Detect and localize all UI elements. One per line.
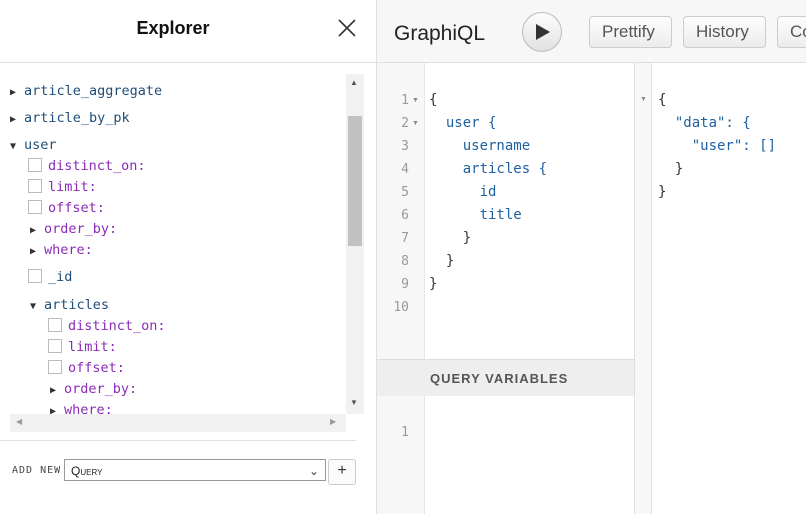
tree-arg-offset[interactable]: offset: — [48, 358, 125, 378]
operation-select-value: Query — [71, 464, 103, 478]
tree-arg-where[interactable]: ▶ where: — [30, 240, 93, 260]
tree-item-articles[interactable]: ▼ articles — [30, 295, 109, 315]
fold-arrow-icon[interactable]: ▼ — [640, 96, 647, 103]
tree-item-article-by-pk[interactable]: ▶ article_by_pk — [10, 108, 130, 128]
chevron-right-icon: ▶ — [50, 406, 57, 414]
code-line: articles { — [429, 161, 548, 177]
scroll-left-icon[interactable]: ◀ — [16, 417, 22, 426]
code-line: } — [429, 276, 438, 292]
explorer-header: Explorer — [0, 0, 376, 63]
variables-gutter: 1 — [377, 396, 425, 514]
result-line: "user": [] — [658, 138, 777, 154]
chevron-down-icon: ⌄ — [308, 464, 319, 478]
chevron-right-icon: ▶ — [50, 385, 57, 396]
variables-editor[interactable]: 1 — [377, 396, 634, 514]
code-line: } — [429, 230, 472, 246]
add-new-label: ADD NEW — [12, 465, 62, 476]
horizontal-scrollbar[interactable]: ◀ ▶ — [10, 414, 346, 432]
tree-arg-order-by[interactable]: ▶ order_by: — [30, 219, 117, 239]
chevron-right-icon: ▶ — [10, 87, 17, 98]
checkbox[interactable] — [48, 318, 62, 332]
tree-arg-limit[interactable]: limit: — [48, 337, 117, 357]
chevron-right-icon: ▶ — [30, 225, 37, 236]
code-line: { — [429, 92, 438, 108]
tree-arg-distinct-on[interactable]: distinct_on: — [28, 156, 146, 176]
line-number: 3 — [401, 139, 409, 154]
explorer-title: Explorer — [136, 18, 210, 38]
close-icon[interactable] — [336, 17, 358, 39]
result-line: { — [658, 92, 667, 108]
chevron-down-icon: ▼ — [10, 141, 17, 152]
checkbox[interactable] — [48, 360, 62, 374]
fold-arrow-icon[interactable]: ▼ — [412, 97, 419, 104]
scroll-up-icon[interactable]: ▲ — [350, 78, 358, 87]
result-line: "data": { — [658, 115, 751, 131]
code-line: id — [429, 184, 497, 200]
line-number: 5 — [401, 185, 409, 200]
tree-arg-where[interactable]: ▶ where: — [50, 400, 113, 414]
result-viewer: { "data": { "user": [] } } — [652, 63, 806, 514]
operation-type-select[interactable]: Query ⌄ — [64, 459, 326, 481]
result-line: } — [658, 161, 684, 177]
tree-item-article-aggregate[interactable]: ▶ article_aggregate — [10, 81, 162, 101]
app-title: GraphiQL — [394, 22, 486, 45]
checkbox[interactable] — [28, 179, 42, 193]
code-line: title — [429, 207, 522, 223]
tree-field-id[interactable]: _id — [28, 267, 72, 287]
line-number: 6 — [401, 208, 409, 223]
history-button[interactable]: History — [683, 16, 766, 48]
query-variables-header[interactable]: QUERY VARIABLES — [377, 359, 634, 397]
tree-item-user[interactable]: ▼ user — [10, 135, 57, 155]
explorer-tree: ▶ article_aggregate ▶ article_by_pk ▼ user … — [10, 74, 346, 414]
checkbox[interactable] — [28, 200, 42, 214]
tree-arg-distinct-on[interactable]: distinct_on: — [48, 316, 166, 336]
copy-button[interactable]: Co — [777, 16, 806, 48]
line-number: 7 — [401, 231, 409, 246]
line-number: 8 — [401, 254, 409, 269]
query-editor[interactable]: 1 ▼ 2 ▼ 3 4 5 6 7 8 9 10 { user { userna… — [377, 63, 634, 514]
checkbox[interactable] — [48, 339, 62, 353]
code-line: username — [429, 138, 531, 154]
result-line: } — [658, 184, 667, 200]
vertical-scrollbar[interactable]: ▲ ▼ — [346, 74, 364, 414]
result-divider[interactable]: ▼ — [634, 63, 652, 514]
line-number: 10 — [393, 300, 409, 315]
explorer-panel: Explorer ▶ article_aggregate ▶ article_by_… — [0, 0, 377, 514]
scroll-down-icon[interactable]: ▼ — [350, 398, 358, 407]
line-number: 2 — [401, 116, 409, 131]
checkbox[interactable] — [28, 269, 42, 283]
code-line: user { — [429, 115, 497, 131]
chevron-down-icon: ▼ — [30, 301, 37, 312]
line-number: 1 — [401, 93, 409, 108]
checkbox[interactable] — [28, 158, 42, 172]
chevron-right-icon: ▶ — [10, 114, 17, 125]
tree-arg-limit[interactable]: limit: — [28, 177, 97, 197]
line-number: 4 — [401, 162, 409, 177]
fold-arrow-icon[interactable]: ▼ — [412, 120, 419, 127]
query-variables-label: QUERY VARIABLES — [430, 371, 569, 386]
scrollbar-thumb[interactable] — [348, 116, 362, 246]
line-number: 9 — [401, 277, 409, 292]
code-line: } — [429, 253, 455, 269]
chevron-right-icon: ▶ — [30, 246, 37, 257]
add-operation-button[interactable]: + — [328, 459, 356, 485]
explorer-footer: ADD NEW Query ⌄ + — [0, 440, 356, 501]
tree-arg-order-by[interactable]: ▶ order_by: — [50, 379, 137, 399]
prettify-button[interactable]: Prettify — [589, 16, 672, 48]
execute-query-button[interactable] — [522, 12, 562, 52]
scroll-right-icon[interactable]: ▶ — [330, 417, 336, 426]
tree-arg-offset[interactable]: offset: — [28, 198, 105, 218]
line-number: 1 — [401, 425, 409, 440]
play-icon — [536, 24, 550, 40]
graphiql-toolbar: GraphiQL Prettify History Co — [377, 0, 806, 63]
